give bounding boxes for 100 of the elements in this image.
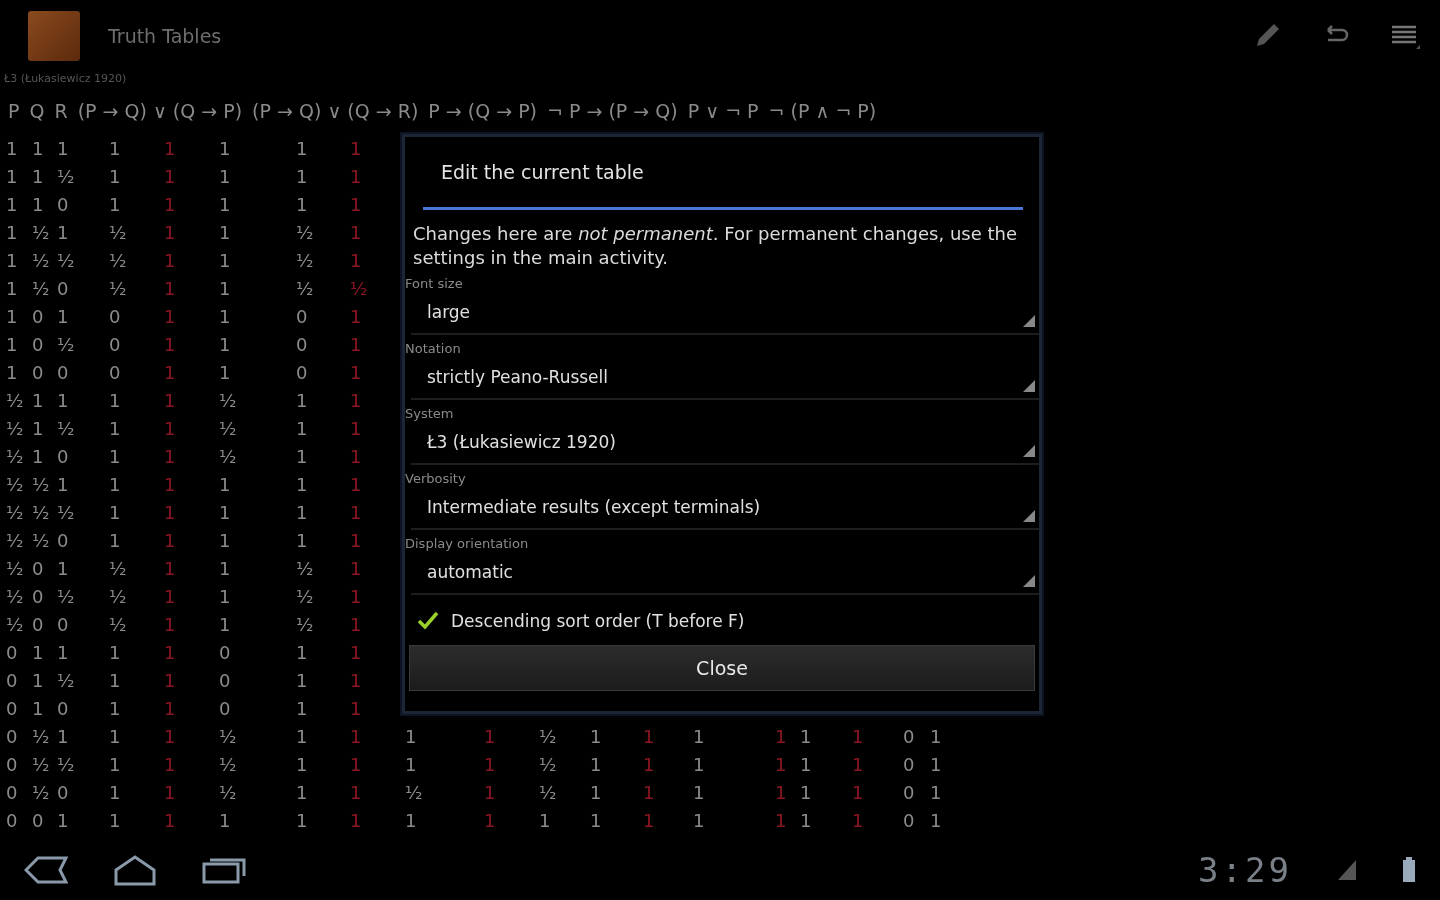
close-button[interactable]: Close — [409, 645, 1035, 691]
checkbox-label: Descending sort order (T before F) — [451, 611, 745, 631]
table-cell-text: ½ — [219, 781, 238, 803]
table-cell-text: 0 — [296, 361, 309, 383]
table-cell-text: 1 — [693, 725, 706, 747]
back-icon[interactable] — [24, 855, 68, 885]
table-cell-text: 1 — [852, 725, 865, 747]
checkbox[interactable] — [417, 611, 439, 631]
table-cell-text: 0 — [57, 529, 70, 551]
table-cell-text: 0 — [6, 753, 19, 775]
table-cell-text: 0 — [903, 809, 916, 831]
table-cell-text: 1 — [109, 501, 122, 523]
table-cell-text: 0 — [57, 361, 70, 383]
table-cell-text: ½ — [57, 333, 76, 355]
table-cell-text: 1 — [296, 417, 309, 439]
setting-label: Notation — [405, 340, 462, 356]
signal-icon — [1336, 858, 1358, 882]
table-cell-text: 1 — [775, 725, 788, 747]
table-cell-text: ½ — [109, 249, 128, 271]
dropdown-corner-icon — [1023, 380, 1035, 392]
table-cell-text: 1 — [6, 361, 19, 383]
table-cell-text: 1 — [109, 669, 122, 691]
table-cell-text: 1 — [164, 697, 177, 719]
home-icon[interactable] — [112, 854, 158, 886]
table-cell-text: 1 — [643, 725, 656, 747]
setting-label: Verbosity — [405, 470, 467, 486]
table-cell-text: 1 — [6, 249, 19, 271]
table-cell-text: 1 — [350, 221, 363, 243]
table-cell-text: 1 — [539, 809, 552, 831]
table-cell-text: 1 — [219, 221, 232, 243]
column-header: R — [54, 100, 68, 122]
table-cell-text: 1 — [405, 809, 418, 831]
table-cell-text: 0 — [296, 305, 309, 327]
table-cell-text: ½ — [32, 753, 51, 775]
table-cell-text: ½ — [6, 445, 25, 467]
table-cell-text: 1 — [6, 193, 19, 215]
column-header: Q — [29, 100, 45, 122]
table-cell-text: 1 — [32, 641, 45, 663]
setting-dropdown[interactable]: large — [411, 291, 1039, 335]
table-cell-text: ½ — [32, 501, 51, 523]
table-cell-text: ½ — [539, 725, 558, 747]
table-cell-text: 0 — [57, 193, 70, 215]
table-cell-text: 1 — [164, 305, 177, 327]
column-header: P — [8, 100, 20, 122]
table-cell-text: 1 — [219, 333, 232, 355]
setting-dropdown[interactable]: Ł3 (Łukasiewicz 1920) — [411, 421, 1039, 465]
table-cell-text: 1 — [693, 809, 706, 831]
table-cell-text: 1 — [296, 529, 309, 551]
table-cell-text: ½ — [296, 221, 315, 243]
table-cell-text: ½ — [296, 613, 315, 635]
table-cell-text: ½ — [109, 557, 128, 579]
table-cell-text: 1 — [930, 753, 943, 775]
table-cell-text: ½ — [32, 473, 51, 495]
table-cell-text: 1 — [219, 165, 232, 187]
table-cell-text: ½ — [32, 277, 51, 299]
table-cell-text: 1 — [590, 753, 603, 775]
table-cell-text: 1 — [164, 473, 177, 495]
dropdown-corner-icon — [1023, 315, 1035, 327]
table-cell-text: 1 — [164, 529, 177, 551]
table-cell-text: 1 — [350, 529, 363, 551]
table-cell-text: 1 — [296, 641, 309, 663]
table-cell-text: ½ — [57, 753, 76, 775]
table-cell-text: 1 — [484, 753, 497, 775]
table-cell-text: 1 — [109, 417, 122, 439]
table-cell-text: ½ — [219, 417, 238, 439]
table-cell-text: 1 — [800, 809, 813, 831]
table-cell-text: ½ — [6, 585, 25, 607]
setting-dropdown[interactable]: strictly Peano-Russell — [411, 356, 1039, 400]
table-cell-text: 1 — [590, 725, 603, 747]
table-cell-text: ½ — [219, 389, 238, 411]
setting-label: Display orientation — [405, 535, 530, 551]
table-cell-text: ½ — [296, 557, 315, 579]
table-cell-text: 0 — [32, 361, 45, 383]
table-cell-text: 0 — [6, 641, 19, 663]
table-cell-text: 1 — [350, 165, 363, 187]
table-cell-text: 1 — [164, 333, 177, 355]
dropdown-corner-icon — [1023, 510, 1035, 522]
table-cell-text: 1 — [852, 753, 865, 775]
setting-dropdown[interactable]: Intermediate results (except terminals) — [411, 486, 1039, 530]
table-cell-text: 1 — [109, 809, 122, 831]
table-cell-text: ½ — [296, 277, 315, 299]
table-cell-text: 1 — [219, 249, 232, 271]
table-cell-text: ½ — [32, 249, 51, 271]
table-cell-text: 1 — [164, 193, 177, 215]
table-cell-text: ½ — [6, 417, 25, 439]
table-cell-text: 1 — [57, 221, 70, 243]
battery-icon — [1402, 857, 1416, 883]
setting-dropdown[interactable]: automatic — [411, 551, 1039, 595]
table-cell-text: 1 — [350, 193, 363, 215]
table-cell-text: 1 — [219, 613, 232, 635]
table-cell-text: ½ — [109, 585, 128, 607]
table-cell-text: 0 — [903, 781, 916, 803]
table-cell-text: 1 — [109, 473, 122, 495]
table-cell-text: ½ — [6, 613, 25, 635]
recent-apps-icon[interactable] — [202, 856, 246, 884]
column-header: P ∨ ¬ P — [687, 100, 759, 122]
table-cell-text: 1 — [57, 389, 70, 411]
table-cell-text: 1 — [6, 137, 19, 159]
table-cell-text: ½ — [219, 725, 238, 747]
column-header: (P → Q) ∨ (Q → R) — [252, 100, 419, 122]
